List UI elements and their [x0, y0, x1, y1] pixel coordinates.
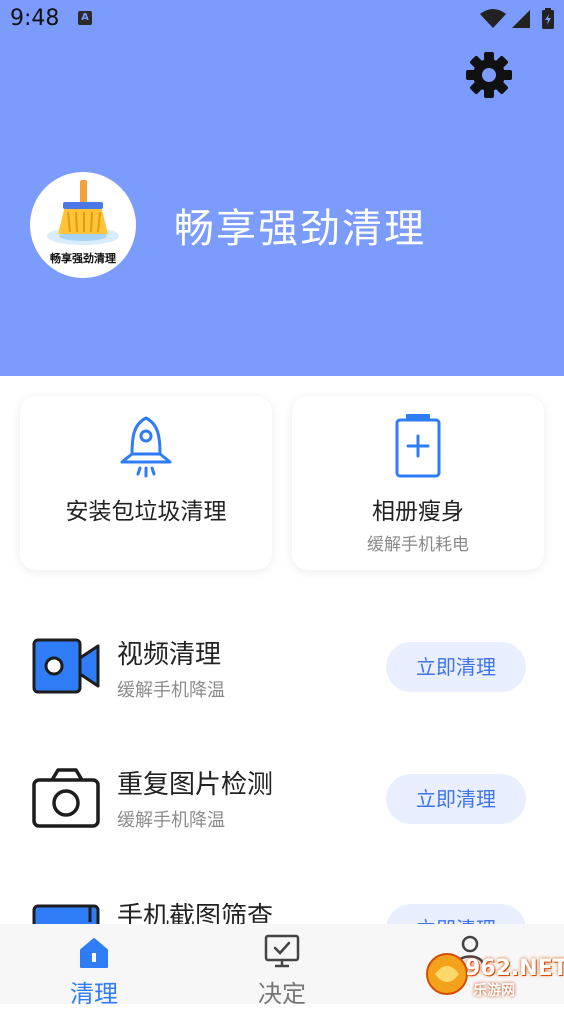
tab-decide[interactable]: 决定	[188, 924, 376, 1008]
row-title: 重复图片检测	[117, 770, 274, 800]
status-bar: 9:48 A	[0, 0, 564, 38]
card-title: 相册瘦身	[372, 499, 464, 525]
video-camera-icon	[32, 638, 100, 694]
monitor-check-icon	[264, 934, 300, 968]
logo-caption: 畅享强劲清理	[50, 252, 116, 265]
tab-clean[interactable]: 清理	[0, 924, 188, 1008]
status-time: 9:48	[10, 6, 60, 31]
row-title: 视频清理	[117, 640, 222, 670]
battery-icon	[395, 414, 441, 478]
row-subtitle: 缓解手机降温	[117, 680, 225, 701]
card-subtitle: 缓解手机耗电	[367, 535, 469, 555]
card-title: 安装包垃圾清理	[65, 499, 227, 525]
status-icons	[480, 8, 554, 29]
clean-now-button[interactable]: 立即清理	[386, 642, 526, 692]
list-item-video-clean: 视频清理 缓解手机降温 立即清理	[0, 624, 564, 724]
camera-icon	[32, 768, 100, 828]
app-logo: 畅享强劲清理	[30, 172, 136, 278]
install-package-clean-card[interactable]: 安装包垃圾清理	[20, 396, 272, 570]
clean-now-button[interactable]: 立即清理	[386, 774, 526, 824]
home-icon	[80, 938, 108, 968]
watermark-subtext: 乐游网	[473, 983, 515, 999]
watermark-text: 962.NET	[465, 956, 564, 981]
app-title: 畅享强劲清理	[174, 206, 426, 252]
album-slim-card[interactable]: 相册瘦身 缓解手机耗电	[292, 396, 544, 570]
watermark-logo: 962.NET 乐游网	[425, 950, 564, 1000]
rocket-icon	[120, 416, 172, 478]
list-item-duplicate-photos: 重复图片检测 缓解手机降温 立即清理	[0, 756, 564, 856]
settings-gear-icon[interactable]	[464, 50, 514, 100]
signal-icon	[512, 10, 530, 28]
wifi-icon	[480, 9, 506, 28]
notification-a-icon: A	[78, 11, 92, 25]
row-subtitle: 缓解手机降温	[117, 810, 225, 831]
watermark-emblem-icon	[426, 953, 468, 995]
battery-status-icon	[542, 8, 554, 29]
